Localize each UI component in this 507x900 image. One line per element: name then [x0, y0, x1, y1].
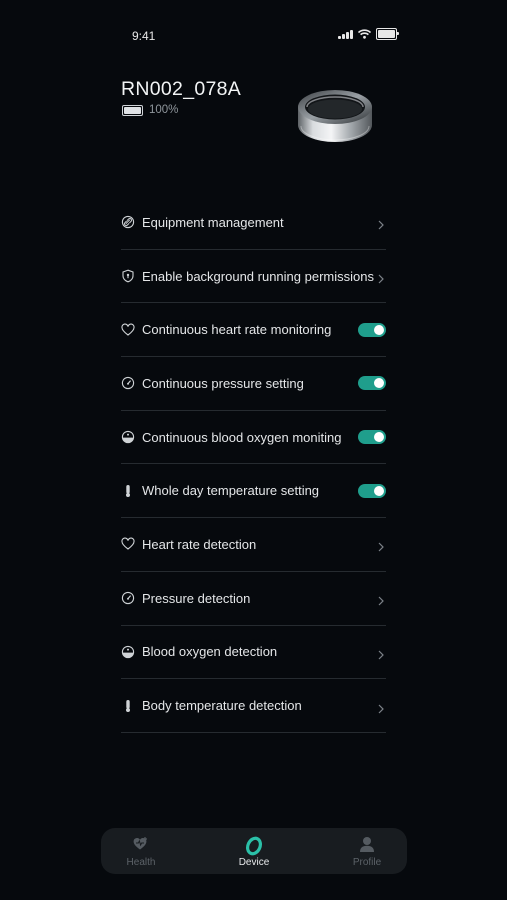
ring-image	[293, 84, 377, 154]
menu-item-label: Continuous blood oxygen moniting	[142, 429, 342, 445]
menu-item-enable-background-running-permissions[interactable]: Enable background running permissions	[121, 250, 386, 304]
blood-oxygen-icon	[121, 430, 135, 444]
device-battery-text: 100%	[149, 104, 179, 116]
menu-item-label: Blood oxygen detection	[142, 644, 278, 660]
tab-profile[interactable]: Profile	[327, 828, 407, 874]
menu-item-heart-rate-detection[interactable]: Heart rate detection	[121, 518, 386, 572]
thermometer-icon	[121, 484, 135, 498]
menu-item-whole-day-temperature-setting[interactable]: Whole day temperature setting	[121, 464, 386, 519]
chevron-right-icon	[378, 593, 384, 611]
device-battery: 100%	[122, 104, 178, 116]
toggle-knob	[374, 432, 384, 443]
toggle-switch[interactable]	[358, 322, 386, 337]
heart-plus-icon	[133, 836, 149, 856]
toggle-switch[interactable]	[358, 430, 386, 445]
heart-icon	[121, 537, 135, 551]
toggle-switch[interactable]	[358, 483, 386, 498]
menu-item-continuous-pressure-setting[interactable]: Continuous pressure setting	[121, 357, 386, 411]
shield-icon	[121, 269, 135, 283]
status-time: 9:41	[132, 29, 156, 43]
chevron-right-icon	[378, 647, 384, 665]
toggle-knob	[374, 324, 384, 335]
device-battery-icon	[122, 104, 143, 116]
menu-item-label: Whole day temperature setting	[142, 483, 320, 499]
status-bar: 9:41	[0, 0, 507, 60]
menu-item-pressure-detection[interactable]: Pressure detection	[121, 572, 386, 626]
link-icon	[121, 215, 135, 229]
menu-item-blood-oxygen-detection[interactable]: Blood oxygen detection	[121, 626, 386, 680]
menu-item-label: Equipment management	[142, 214, 284, 230]
menu-item-label: Body temperature detection	[142, 698, 302, 714]
menu-item-equipment-management[interactable]: Equipment management	[121, 196, 386, 250]
heart-icon	[121, 323, 135, 337]
menu-item-label: Pressure detection	[142, 590, 251, 606]
status-icons	[338, 28, 399, 40]
chevron-right-icon	[378, 539, 384, 557]
tab-device[interactable]: Device	[214, 828, 294, 874]
wifi-icon	[357, 29, 371, 39]
device-name: RN002_078A	[121, 78, 242, 100]
gauge-icon	[121, 376, 135, 390]
cellular-signal-icon	[338, 29, 353, 39]
toggle-switch[interactable]	[358, 376, 386, 391]
menu-item-body-temperature-detection[interactable]: Body temperature detection	[121, 679, 386, 733]
chevron-right-icon	[378, 701, 384, 719]
status-battery-icon	[375, 28, 399, 40]
menu-item-label: Continuous pressure setting	[142, 375, 304, 391]
gauge-icon	[121, 591, 135, 605]
person-icon	[359, 836, 375, 858]
tab-label: Profile	[352, 857, 382, 868]
menu-item-label: Enable background running permissions	[142, 268, 374, 284]
menu-item-continuous-blood-oxygen-moniting[interactable]: Continuous blood oxygen moniting	[121, 411, 386, 465]
toggle-knob	[374, 378, 384, 389]
menu-item-label: Continuous heart rate monitoring	[142, 322, 332, 338]
blood-oxygen-icon	[121, 645, 135, 659]
bottom-tab-bar: Health Device Profile	[101, 828, 407, 874]
menu-item-continuous-heart-rate-monitoring[interactable]: Continuous heart rate monitoring	[121, 303, 386, 358]
tab-label: Health	[126, 857, 156, 868]
toggle-knob	[374, 485, 384, 496]
menu-item-label: Heart rate detection	[142, 536, 257, 552]
settings-menu: Equipment management Enable background ru…	[121, 196, 386, 733]
chevron-right-icon	[378, 217, 384, 235]
tab-label: Device	[238, 857, 270, 868]
chevron-right-icon	[378, 271, 384, 289]
tab-health[interactable]: Health	[101, 828, 181, 874]
thermometer-icon	[121, 699, 135, 713]
